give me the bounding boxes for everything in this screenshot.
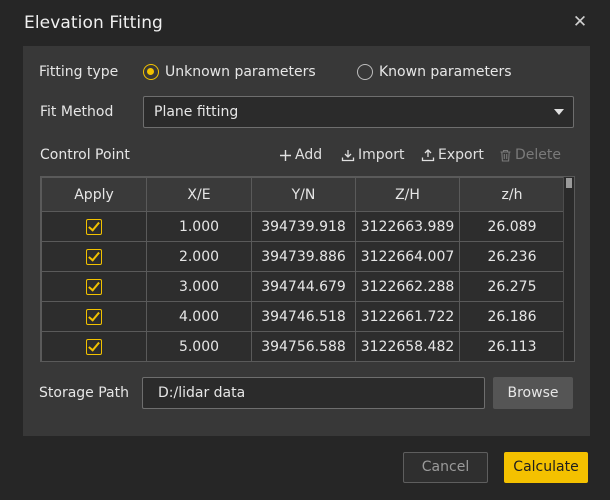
apply-cell	[41, 271, 147, 302]
h-cell[interactable]: 26.089	[459, 211, 565, 242]
table-header-row: Apply X/E Y/N Z/H z/h	[41, 177, 565, 212]
apply-checkbox[interactable]	[86, 218, 102, 235]
radio-known-parameters-label: Known parameters	[379, 64, 512, 80]
column-header-apply[interactable]: Apply	[41, 177, 147, 212]
fit-method-value: Plane fitting	[154, 104, 239, 120]
table-scrollbar[interactable]	[563, 177, 574, 361]
y-cell[interactable]: 394739.886	[251, 241, 356, 272]
y-cell[interactable]: 394746.518	[251, 301, 356, 332]
z-cell[interactable]: 3122661.722	[355, 301, 460, 332]
h-cell[interactable]: 26.113	[459, 331, 565, 361]
radio-unchecked-icon	[357, 64, 373, 80]
export-button-label: Export	[438, 147, 484, 163]
apply-cell	[41, 331, 147, 361]
apply-checkbox[interactable]	[86, 338, 102, 355]
browse-button[interactable]: Browse	[493, 377, 573, 409]
table-row[interactable]: 2.000 394739.886 3122664.007 26.236	[41, 241, 565, 272]
import-icon	[341, 149, 355, 162]
trash-icon	[499, 149, 512, 162]
export-button[interactable]: Export	[421, 147, 484, 163]
table-row[interactable]: 1.000 394739.918 3122663.989 26.089	[41, 211, 565, 242]
apply-checkbox[interactable]	[86, 248, 102, 265]
storage-path-value: D:/lidar data	[158, 385, 246, 401]
z-cell[interactable]: 3122662.288	[355, 271, 460, 302]
column-header-x[interactable]: X/E	[146, 177, 252, 212]
y-cell[interactable]: 394756.588	[251, 331, 356, 361]
radio-unknown-parameters-label: Unknown parameters	[165, 64, 316, 80]
delete-button[interactable]: Delete	[499, 147, 561, 163]
fit-method-select[interactable]: Plane fitting	[143, 96, 574, 128]
fitting-type-label: Fitting type	[39, 64, 119, 80]
apply-cell	[41, 301, 147, 332]
delete-button-label: Delete	[515, 147, 561, 163]
radio-unknown-parameters[interactable]: Unknown parameters	[143, 64, 316, 80]
table-row[interactable]: 4.000 394746.518 3122661.722 26.186	[41, 301, 565, 332]
add-button[interactable]: Add	[279, 147, 322, 163]
scrollbar-thumb[interactable]	[566, 178, 572, 188]
z-cell[interactable]: 3122663.989	[355, 211, 460, 242]
control-point-label: Control Point	[40, 147, 130, 163]
apply-checkbox[interactable]	[86, 278, 102, 295]
export-icon	[421, 148, 435, 162]
import-button[interactable]: Import	[341, 147, 404, 163]
table-row[interactable]: 5.000 394756.588 3122658.482 26.113	[41, 331, 565, 361]
y-cell[interactable]: 394739.918	[251, 211, 356, 242]
column-header-y[interactable]: Y/N	[251, 177, 356, 212]
calculate-button[interactable]: Calculate	[504, 452, 588, 483]
h-cell[interactable]: 26.186	[459, 301, 565, 332]
dialog-title: Elevation Fitting	[24, 13, 163, 33]
elevation-fitting-dialog: Elevation Fitting ✕ Fitting type Unknown…	[0, 0, 610, 500]
import-button-label: Import	[358, 147, 405, 163]
x-cell[interactable]: 5.000	[146, 331, 252, 361]
apply-cell	[41, 241, 147, 272]
z-cell[interactable]: 3122664.007	[355, 241, 460, 272]
cancel-button[interactable]: Cancel	[403, 452, 488, 483]
control-point-table: Apply X/E Y/N Z/H z/h 1.000 394739.918 3…	[40, 176, 575, 362]
storage-path-input[interactable]: D:/lidar data	[142, 377, 485, 409]
h-cell[interactable]: 26.236	[459, 241, 565, 272]
storage-path-label: Storage Path	[39, 385, 129, 401]
column-header-h[interactable]: z/h	[459, 177, 565, 212]
apply-cell	[41, 211, 147, 242]
h-cell[interactable]: 26.275	[459, 271, 565, 302]
x-cell[interactable]: 3.000	[146, 271, 252, 302]
radio-checked-icon	[143, 64, 159, 80]
chevron-down-icon	[554, 109, 564, 115]
table-row[interactable]: 3.000 394744.679 3122662.288 26.275	[41, 271, 565, 302]
column-header-z[interactable]: Z/H	[355, 177, 460, 212]
apply-checkbox[interactable]	[86, 308, 102, 325]
x-cell[interactable]: 1.000	[146, 211, 252, 242]
plus-icon	[279, 149, 292, 162]
add-button-label: Add	[295, 147, 323, 163]
fit-method-label: Fit Method	[40, 104, 114, 120]
close-icon[interactable]: ✕	[570, 12, 590, 32]
x-cell[interactable]: 2.000	[146, 241, 252, 272]
y-cell[interactable]: 394744.679	[251, 271, 356, 302]
x-cell[interactable]: 4.000	[146, 301, 252, 332]
radio-known-parameters[interactable]: Known parameters	[357, 64, 512, 80]
z-cell[interactable]: 3122658.482	[355, 331, 460, 361]
